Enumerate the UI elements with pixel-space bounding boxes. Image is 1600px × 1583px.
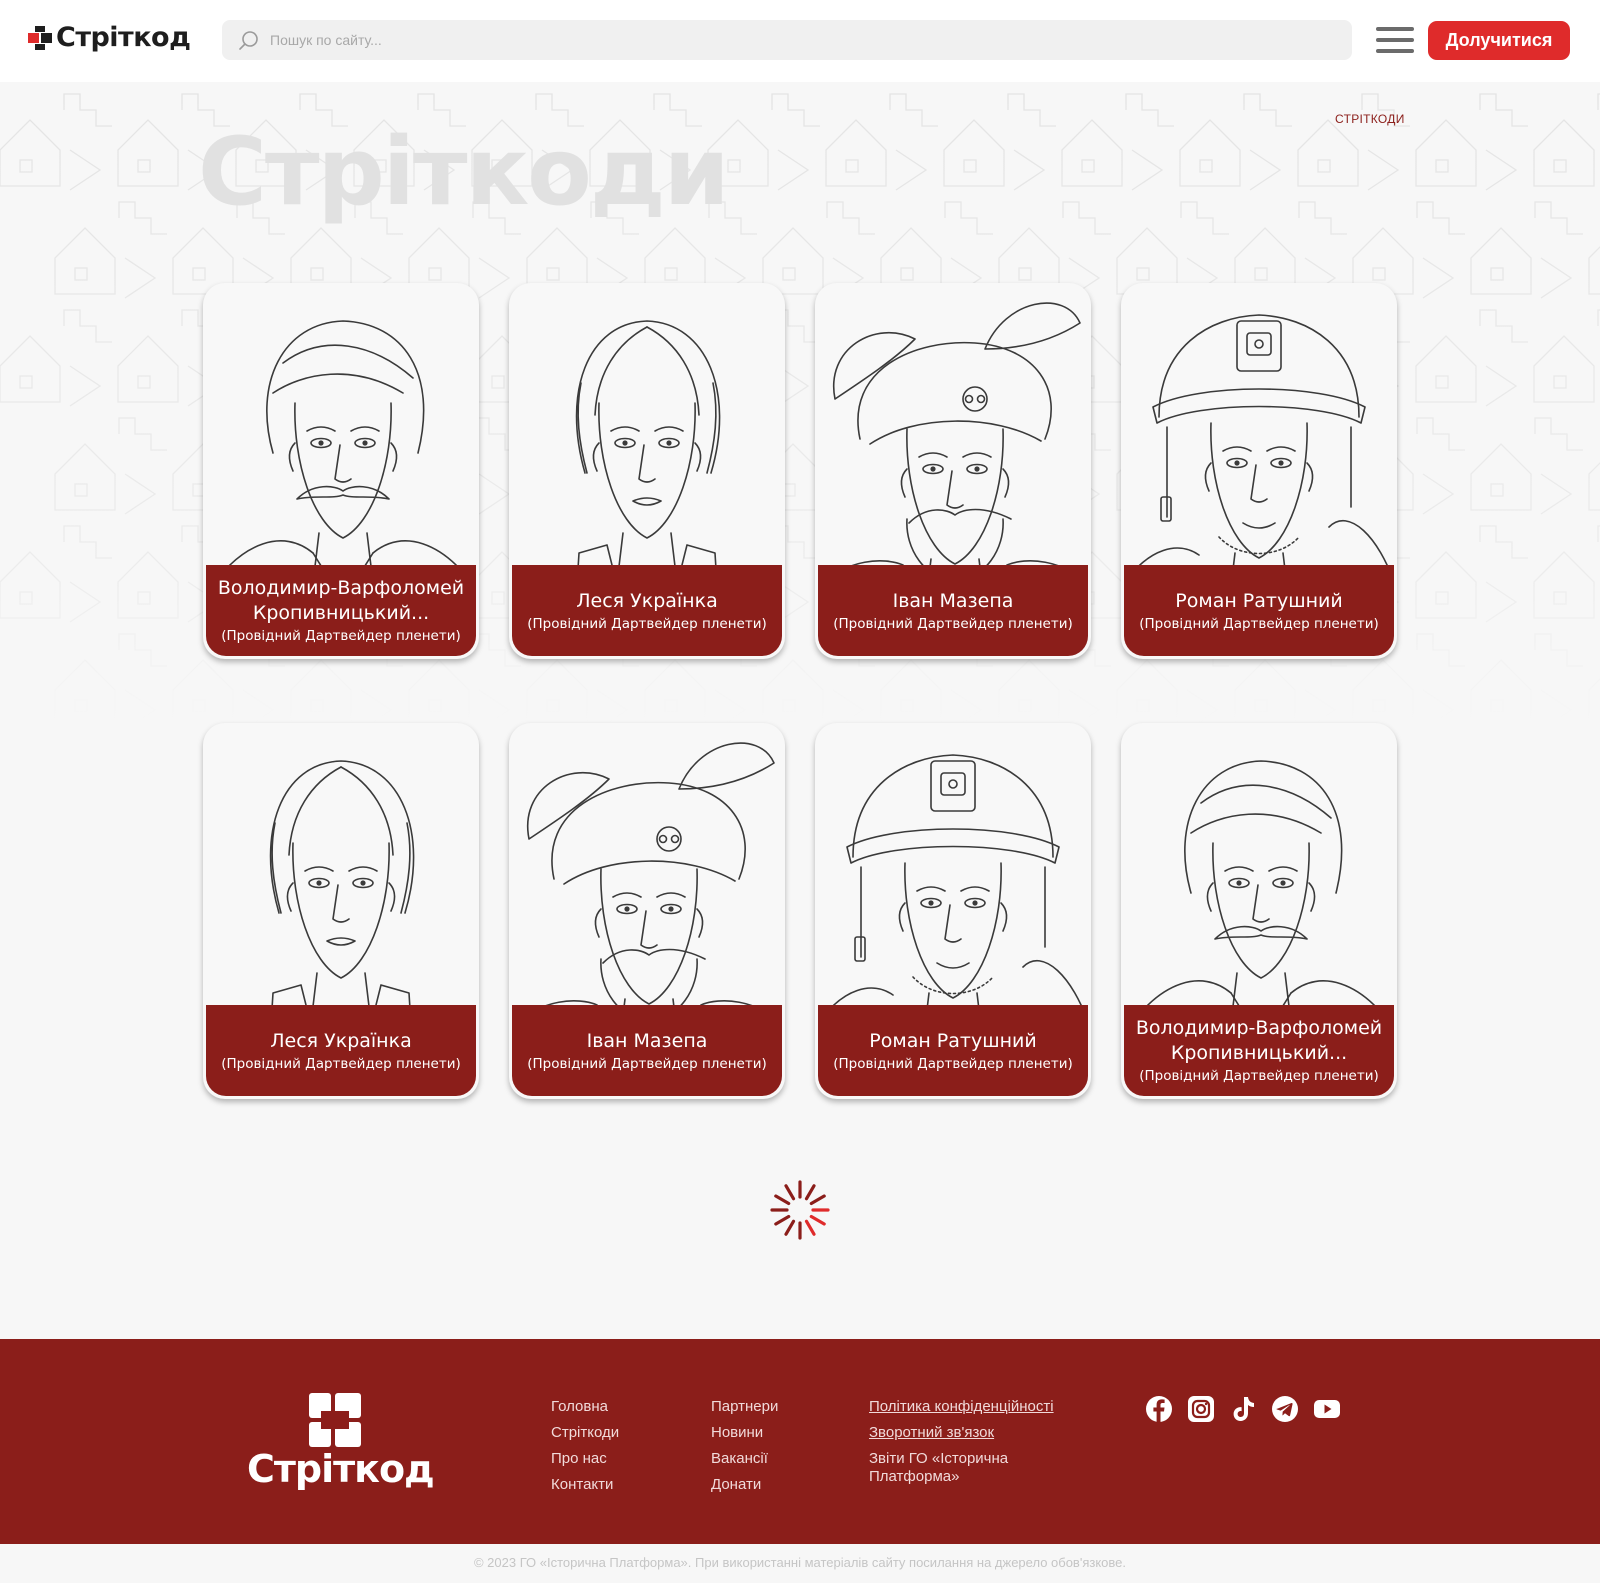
footer-link-about[interactable]: Про нас — [551, 1446, 619, 1472]
search-icon — [239, 31, 258, 50]
card-label: Леся Українка (Провідний Дартвейдер плене… — [206, 1005, 476, 1096]
man-mustache-portrait — [1146, 760, 1376, 1005]
tiktok-icon[interactable] — [1229, 1395, 1257, 1423]
card-name: Володимир-Варфоломей Кропивницький... — [217, 577, 465, 624]
woman-portrait — [269, 760, 415, 1005]
search-input[interactable] — [270, 32, 1270, 48]
streetcode-card[interactable]: Володимир-Варфоломей Кропивницький... (Пр… — [1121, 723, 1397, 1099]
card-name: Роман Ратушний — [869, 1029, 1037, 1052]
footer-logo-text: Стріткод — [247, 1447, 435, 1491]
card-role: (Провідний Дартвейдер пленети) — [1139, 615, 1379, 632]
copyright-text: © 2023 ГО «Історична Платформа». При вик… — [473, 1555, 1126, 1570]
footer-nav-col-1: Головна Стріткоди Про нас Контакти — [551, 1394, 619, 1498]
streetcode-card[interactable]: Іван Мазепа (Провідний Дартвейдер пленети… — [815, 283, 1091, 659]
menu-burger-button[interactable] — [1376, 24, 1414, 56]
footer-link-home[interactable]: Головна — [551, 1394, 619, 1420]
card-name: Іван Мазепа — [892, 589, 1014, 612]
footer-link-reports[interactable]: Звіти ГО «Історична Платформа» — [869, 1450, 1019, 1486]
card-name: Леся Українка — [576, 589, 718, 612]
hetman-feathered-hat-portrait — [526, 742, 775, 1005]
card-role: (Провідний Дартвейдер пленети) — [527, 615, 767, 632]
card-role: (Провідний Дартвейдер пленети) — [221, 1055, 461, 1072]
streetcode-card[interactable]: Леся Українка (Провідний Дартвейдер плене… — [203, 723, 479, 1099]
card-label: Іван Мазепа (Провідний Дартвейдер пленети… — [512, 1005, 782, 1096]
card-name: Володимир-Варфоломей Кропивницький... — [1135, 1017, 1383, 1064]
footer-link-news[interactable]: Новини — [711, 1420, 778, 1446]
instagram-icon[interactable] — [1187, 1395, 1215, 1423]
loading-spinner-icon — [770, 1180, 830, 1240]
site-header: Стріткод Долучитися — [0, 0, 1600, 82]
footer-link-feedback[interactable]: Зворотний зв'язок — [869, 1420, 1054, 1446]
card-label: Володимир-Варфоломей Кропивницький... (Пр… — [1124, 1005, 1394, 1096]
site-logo[interactable]: Стріткод — [28, 22, 191, 53]
streetcode-card[interactable]: Володимир-Варфоломей Кропивницький... (Пр… — [203, 283, 479, 659]
card-label: Леся Українка (Провідний Дартвейдер плене… — [512, 565, 782, 656]
soldier-helmet-portrait — [1138, 314, 1388, 565]
social-links — [1145, 1395, 1341, 1423]
search-bar[interactable] — [222, 20, 1352, 60]
footer-link-vacancies[interactable]: Вакансії — [711, 1446, 778, 1472]
card-name: Іван Мазепа — [586, 1029, 708, 1052]
footer-link-donate[interactable]: Донати — [711, 1472, 778, 1498]
breadcrumb[interactable]: СТРІТКОДИ — [1335, 112, 1405, 126]
logo-text: Стріткод — [56, 22, 191, 53]
card-name: Роман Ратушний — [1175, 589, 1343, 612]
soldier-helmet-portrait — [832, 754, 1082, 1005]
card-role: (Провідний Дартвейдер пленети) — [833, 1055, 1073, 1072]
streetcode-card[interactable]: Іван Мазепа (Провідний Дартвейдер пленети… — [509, 723, 785, 1099]
burger-line — [1376, 49, 1414, 53]
footer-link-privacy[interactable]: Політика конфіденційності — [869, 1394, 1054, 1420]
footer-link-streetcodes[interactable]: Стріткоди — [551, 1420, 619, 1446]
footer-logo[interactable]: Стріткод — [247, 1393, 435, 1493]
logo-mark-icon — [28, 25, 52, 50]
burger-line — [1376, 27, 1414, 31]
facebook-icon[interactable] — [1145, 1395, 1173, 1423]
card-name: Леся Українка — [270, 1029, 412, 1052]
card-label: Іван Мазепа (Провідний Дартвейдер пленети… — [818, 565, 1088, 656]
burger-line — [1376, 38, 1414, 42]
card-label: Роман Ратушний (Провідний Дартвейдер плен… — [1124, 565, 1394, 656]
streetcode-card[interactable]: Роман Ратушний (Провідний Дартвейдер плен… — [1121, 283, 1397, 659]
card-label: Роман Ратушний (Провідний Дартвейдер плен… — [818, 1005, 1088, 1096]
card-role: (Провідний Дартвейдер пленети) — [833, 615, 1073, 632]
footer-nav-col-2: Партнери Новини Вакансії Донати — [711, 1394, 778, 1498]
card-role: (Провідний Дартвейдер пленети) — [221, 628, 461, 644]
footer-nav-col-3: Політика конфіденційності Зворотний зв'я… — [869, 1394, 1054, 1486]
hetman-feathered-hat-portrait — [832, 302, 1081, 565]
streetcode-card[interactable]: Роман Ратушний (Провідний Дартвейдер плен… — [815, 723, 1091, 1099]
man-mustache-portrait — [228, 320, 458, 565]
footer-logo-mark-icon — [309, 1393, 361, 1447]
youtube-icon[interactable] — [1313, 1395, 1341, 1423]
footer-link-partners[interactable]: Партнери — [711, 1394, 778, 1420]
join-button[interactable]: Долучитися — [1428, 21, 1570, 60]
card-role: (Провідний Дартвейдер пленети) — [527, 1055, 767, 1072]
footer-link-contacts[interactable]: Контакти — [551, 1472, 619, 1498]
woman-portrait — [575, 320, 721, 565]
telegram-icon[interactable] — [1271, 1395, 1299, 1423]
card-role: (Провідний Дартвейдер пленети) — [1139, 1068, 1379, 1084]
page-title: Стріткоди — [198, 118, 730, 227]
streetcode-card[interactable]: Леся Українка (Провідний Дартвейдер плене… — [509, 283, 785, 659]
site-footer: Стріткод Головна Стріткоди Про нас Конта… — [0, 1339, 1600, 1544]
card-label: Володимир-Варфоломей Кропивницький... (Пр… — [206, 565, 476, 656]
